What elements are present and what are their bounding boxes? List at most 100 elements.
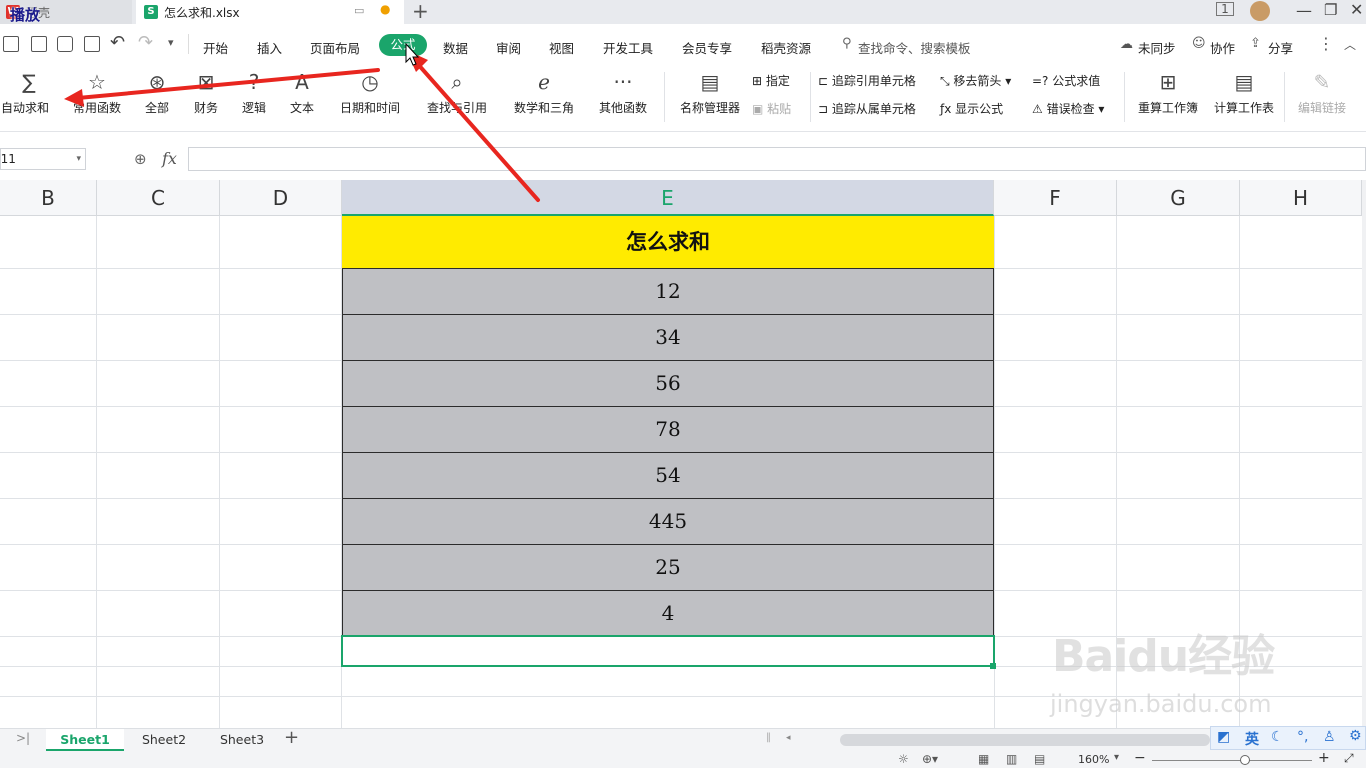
save-icon[interactable] xyxy=(3,36,19,52)
column-header-b[interactable]: B xyxy=(0,180,97,216)
restore-icon[interactable]: ❐ xyxy=(1324,1,1337,19)
zoom-slider-thumb[interactable] xyxy=(1240,755,1250,765)
menu-member[interactable]: 会员专享 xyxy=(682,38,732,57)
collaborate-button[interactable]: 协作 xyxy=(1210,38,1235,57)
print-preview-icon[interactable] xyxy=(84,36,100,52)
normal-view-icon[interactable]: ▦ xyxy=(978,752,989,766)
name-box-dropdown-icon[interactable]: ▾ xyxy=(76,149,81,169)
avatar[interactable] xyxy=(1250,1,1270,21)
more-dropdown-icon[interactable]: ▾ xyxy=(168,36,174,49)
cell-grid[interactable]: 怎么求和 12 34 56 78 54 445 25 4 Baidu经验 jin… xyxy=(0,216,1362,728)
split-handle-icon[interactable]: ‖ xyxy=(766,732,771,743)
menu-home[interactable]: 开始 xyxy=(203,38,228,57)
value-cell[interactable]: 56 xyxy=(342,360,994,407)
more-options-icon[interactable]: ⋮ xyxy=(1318,34,1334,53)
zoom-level[interactable]: 160% xyxy=(1078,753,1109,766)
financial-button[interactable]: ⊠ 财务 xyxy=(186,66,226,126)
menu-data[interactable]: 数据 xyxy=(443,38,468,57)
show-formulas-button[interactable]: ƒx 显示公式 xyxy=(940,100,1003,117)
error-check-button[interactable]: ⚠ 错误检查 ▾ xyxy=(1032,100,1104,117)
zoom-in-icon[interactable]: + xyxy=(1318,750,1330,766)
page-break-view-icon[interactable]: ▤ xyxy=(1034,752,1045,766)
zoom-dropdown-icon[interactable]: ▾ xyxy=(1114,752,1119,763)
name-box[interactable]: E11 ▾ xyxy=(0,148,86,170)
trace-dependents-button[interactable]: ⊐ 追踪从属单元格 xyxy=(818,100,916,117)
calc-sheet-button[interactable]: ▤ 计算工作表 xyxy=(1208,66,1280,126)
recalc-workbook-button[interactable]: ⊞ 重算工作簿 xyxy=(1132,66,1204,126)
close-icon[interactable]: ✕ xyxy=(1350,0,1363,19)
value-cell[interactable]: 12 xyxy=(342,268,994,315)
add-sheet-icon[interactable]: + xyxy=(284,727,299,748)
sheet-tab-sheet2[interactable]: Sheet2 xyxy=(126,729,202,751)
column-header-d[interactable]: D xyxy=(220,180,342,216)
menu-review[interactable]: 审阅 xyxy=(496,38,521,57)
lookup-button[interactable]: ⌕ 查找与引用 xyxy=(418,66,496,126)
eye-protect-icon[interactable]: ☼ xyxy=(898,752,909,766)
moon-icon[interactable]: ☾ xyxy=(1271,729,1284,745)
new-tab-icon[interactable]: + xyxy=(412,0,429,23)
monitor-icon[interactable]: ▭ xyxy=(354,4,364,17)
edit-links-button[interactable]: ✎ 编辑链接 xyxy=(1290,66,1354,126)
value-cell[interactable]: 78 xyxy=(342,406,994,453)
share-button[interactable]: 分享 xyxy=(1268,38,1293,57)
other-functions-button[interactable]: ··· 其他函数 xyxy=(590,66,656,126)
window-count-icon[interactable]: 1 xyxy=(1216,2,1234,16)
collapse-ribbon-icon[interactable]: ︿ xyxy=(1344,36,1356,53)
column-header-h[interactable]: H xyxy=(1240,180,1362,216)
column-header-f[interactable]: F xyxy=(994,180,1117,216)
table-header-cell[interactable]: 怎么求和 xyxy=(342,216,994,268)
column-header-c[interactable]: C xyxy=(97,180,220,216)
value-cell[interactable]: 34 xyxy=(342,314,994,361)
scroll-left-icon[interactable]: ◂ xyxy=(786,733,791,743)
tab-workbook[interactable]: S 怎么求和.xlsx ▭ ● xyxy=(136,0,404,24)
settings-gear-icon[interactable]: ⚙ xyxy=(1349,728,1362,744)
selected-cell[interactable] xyxy=(341,635,995,667)
fullscreen-icon[interactable]: ⤢ xyxy=(1344,751,1354,766)
define-name-button[interactable]: ⊞ 指定 xyxy=(752,72,790,89)
math-trig-button[interactable]: ℯ 数学和三角 xyxy=(506,66,582,126)
export-pdf-icon[interactable] xyxy=(31,36,47,52)
sheet-tab-sheet3[interactable]: Sheet3 xyxy=(204,729,280,751)
fx-icon[interactable]: fx xyxy=(162,149,177,168)
undo-icon[interactable]: ↶ xyxy=(110,32,125,53)
text-button[interactable]: A 文本 xyxy=(282,66,322,126)
menu-view[interactable]: 视图 xyxy=(549,38,574,57)
zoom-formula-icon[interactable]: ⊕ xyxy=(134,150,147,168)
minimize-icon[interactable]: — xyxy=(1296,1,1312,20)
tab-docer[interactable]: W 稻壳 播放 xyxy=(0,0,132,24)
common-functions-button[interactable]: ☆ 常用函数 xyxy=(66,66,128,126)
menu-formulas-active[interactable]: 公式 xyxy=(379,34,427,56)
print-icon[interactable] xyxy=(57,36,73,52)
fill-handle[interactable] xyxy=(990,663,996,669)
value-cell[interactable]: 445 xyxy=(342,498,994,545)
horizontal-scrollbar[interactable] xyxy=(840,734,1210,746)
logical-button[interactable]: ? 逻辑 xyxy=(234,66,274,126)
trace-precedents-button[interactable]: ⊏ 追踪引用单元格 xyxy=(818,72,916,89)
redo-icon[interactable]: ↷ xyxy=(138,32,153,53)
value-cell[interactable]: 54 xyxy=(342,452,994,499)
view-mode-icon[interactable]: ⊕▾ xyxy=(922,752,938,766)
datetime-button[interactable]: ◷ 日期和时间 xyxy=(332,66,408,126)
punctuation-icon[interactable]: °, xyxy=(1297,729,1308,745)
ime-language-label[interactable]: 英 xyxy=(1245,729,1259,749)
value-cell[interactable]: 25 xyxy=(342,544,994,591)
value-cell[interactable]: 4 xyxy=(342,590,994,637)
command-search-input[interactable]: 查找命令、搜索模板 xyxy=(858,38,971,57)
user-icon[interactable]: ♙ xyxy=(1323,729,1336,745)
zoom-out-icon[interactable]: − xyxy=(1134,750,1146,766)
menu-docer-resources[interactable]: 稻壳资源 xyxy=(761,38,811,57)
evaluate-formula-button[interactable]: =? 公式求值 xyxy=(1032,72,1100,89)
vertical-scrollbar[interactable] xyxy=(1362,180,1366,728)
formula-input[interactable] xyxy=(188,147,1366,171)
page-layout-view-icon[interactable]: ▥ xyxy=(1006,752,1017,766)
zoom-slider[interactable] xyxy=(1152,760,1312,761)
menu-page-layout[interactable]: 页面布局 xyxy=(310,38,360,57)
column-header-e[interactable]: E xyxy=(342,180,994,216)
menu-developer[interactable]: 开发工具 xyxy=(603,38,653,57)
sheet-tab-sheet1[interactable]: Sheet1 xyxy=(46,729,124,751)
sync-status[interactable]: 未同步 xyxy=(1138,38,1176,57)
remove-arrows-button[interactable]: ⤡ 移去箭头 ▾ xyxy=(940,72,1011,89)
menu-insert[interactable]: 插入 xyxy=(257,38,282,57)
all-functions-button[interactable]: ⊛ 全部 xyxy=(138,66,176,126)
name-manager-button[interactable]: ▤ 名称管理器 xyxy=(674,66,746,126)
